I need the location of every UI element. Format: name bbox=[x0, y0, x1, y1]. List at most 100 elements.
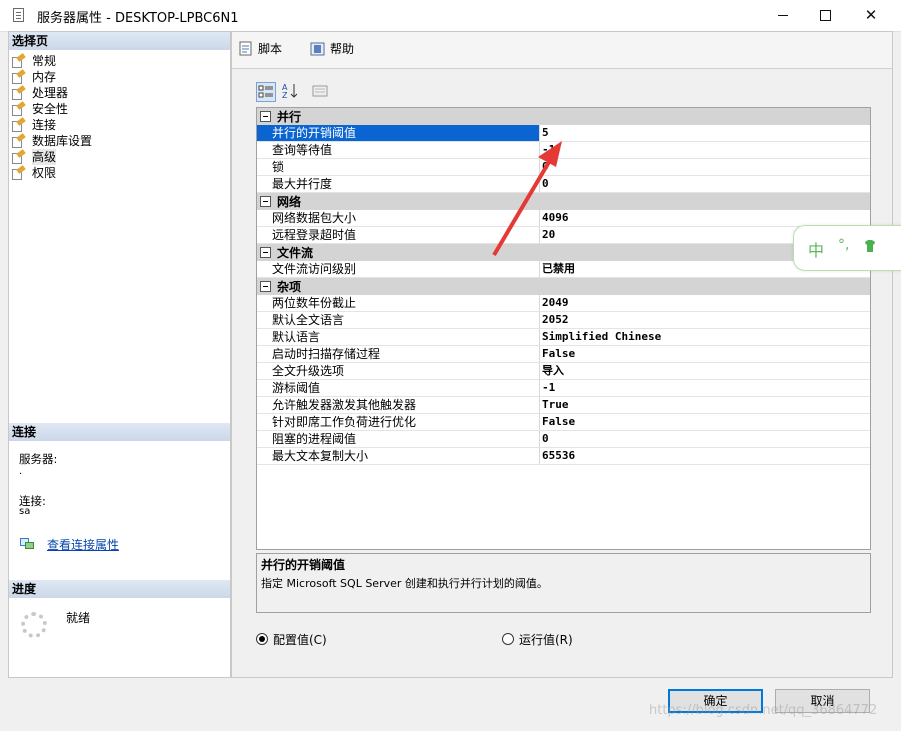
ime-language-indicator[interactable]: 中 bbox=[808, 237, 824, 261]
property-value[interactable]: False bbox=[540, 346, 870, 362]
property-value[interactable]: 65536 bbox=[540, 448, 870, 464]
property-row[interactable]: 默认语言 Simplified Chinese bbox=[257, 329, 870, 346]
progress-header: 进度 bbox=[9, 580, 230, 598]
page-item[interactable]: 处理器 bbox=[12, 85, 92, 101]
help-button[interactable]: 帮助 bbox=[310, 40, 354, 58]
page-item[interactable]: 高级 bbox=[12, 149, 92, 165]
view-connection-properties-link[interactable]: 查看连接属性 bbox=[47, 536, 119, 553]
alphabetical-view-button[interactable]: A Z bbox=[280, 82, 300, 102]
property-value[interactable]: 0 bbox=[540, 431, 870, 447]
running-values-label: 运行值(R) bbox=[519, 633, 573, 647]
grid-category[interactable]: 并行 bbox=[257, 108, 870, 125]
property-row[interactable]: 两位数年份截止 2049 bbox=[257, 295, 870, 312]
configured-values-radio[interactable]: 配置值(C) bbox=[256, 632, 327, 648]
property-row[interactable]: 允许触发器激发其他触发器 True bbox=[257, 397, 870, 414]
toolbar: 脚本 帮助 bbox=[232, 32, 892, 69]
connection-properties-icon bbox=[20, 538, 34, 549]
radio-unchecked-icon bbox=[502, 633, 514, 645]
progress-status: 就绪 bbox=[66, 611, 91, 625]
property-name: 全文升级选项 bbox=[257, 363, 540, 379]
page-item-label: 常规 bbox=[32, 54, 57, 68]
close-icon: ✕ bbox=[864, 6, 878, 24]
login-value: sa bbox=[19, 506, 31, 517]
page-item[interactable]: 连接 bbox=[12, 117, 92, 133]
property-name: 游标阈值 bbox=[257, 380, 540, 396]
property-value[interactable]: 0 bbox=[540, 159, 870, 175]
category-name: 文件流 bbox=[277, 246, 314, 260]
property-value[interactable]: -1 bbox=[540, 142, 870, 158]
page-item[interactable]: 数据库设置 bbox=[12, 133, 92, 149]
page-item-label: 权限 bbox=[32, 166, 57, 180]
right-pane: 脚本 帮助 A Z 并行 并行的开销阈值 5 查询等待值 -1 锁 0 最大并行… bbox=[231, 31, 893, 678]
collapse-icon[interactable] bbox=[260, 196, 271, 207]
description-title: 并行的开销阈值 bbox=[261, 558, 346, 572]
page-item-label: 内存 bbox=[32, 70, 57, 84]
collapse-icon[interactable] bbox=[260, 247, 271, 258]
property-name: 默认语言 bbox=[257, 329, 540, 345]
left-pane: 选择页 常规 内存 处理器 安全性 连接 数据库设置 高级 权限 连接 服务器: . 连接: … bbox=[8, 31, 231, 678]
page-settings-icon bbox=[12, 101, 26, 116]
server-value: . bbox=[19, 466, 23, 477]
property-name: 阻塞的进程阈值 bbox=[257, 431, 540, 447]
ime-skin-icon[interactable] bbox=[862, 238, 878, 254]
categorized-view-button[interactable] bbox=[256, 82, 276, 102]
page-item[interactable]: 常规 bbox=[12, 53, 92, 69]
minimize-button[interactable] bbox=[760, 0, 806, 31]
property-row[interactable]: 全文升级选项 导入 bbox=[257, 363, 870, 380]
page-item[interactable]: 安全性 bbox=[12, 101, 92, 117]
property-value[interactable]: 5 bbox=[540, 125, 870, 141]
script-button[interactable]: 脚本 bbox=[238, 40, 282, 58]
script-label: 脚本 bbox=[258, 42, 283, 56]
minimize-icon bbox=[778, 15, 788, 16]
page-item-label: 高级 bbox=[32, 149, 57, 165]
property-value[interactable]: Simplified Chinese bbox=[540, 329, 870, 345]
property-name: 默认全文语言 bbox=[257, 312, 540, 328]
property-row[interactable]: 针对即席工作负荷进行优化 False bbox=[257, 414, 870, 431]
maximize-button[interactable] bbox=[802, 0, 848, 31]
ime-punctuation-indicator[interactable]: °, bbox=[838, 237, 849, 253]
property-name: 允许触发器激发其他触发器 bbox=[257, 397, 540, 413]
radio-checked-icon bbox=[256, 633, 268, 645]
property-value[interactable]: -1 bbox=[540, 380, 870, 396]
description-text: 指定 Microsoft SQL Server 创建和执行并行计划的阈值。 bbox=[261, 577, 548, 590]
collapse-icon[interactable] bbox=[260, 111, 271, 122]
page-settings-icon bbox=[12, 53, 26, 68]
ime-toolbar[interactable]: 中 °, bbox=[793, 225, 901, 271]
category-name: 杂项 bbox=[277, 280, 302, 294]
property-value[interactable]: 2052 bbox=[540, 312, 870, 328]
property-name: 两位数年份截止 bbox=[257, 295, 540, 311]
property-row[interactable]: 启动时扫描存储过程 False bbox=[257, 346, 870, 363]
property-row[interactable]: 默认全文语言 2052 bbox=[257, 312, 870, 329]
property-value[interactable]: 4096 bbox=[540, 210, 870, 226]
property-row[interactable]: 游标阈值 -1 bbox=[257, 380, 870, 397]
sort-alphabetical-icon: A Z bbox=[282, 83, 298, 100]
page-item-label: 处理器 bbox=[32, 86, 69, 100]
property-row[interactable]: 最大文本复制大小 65536 bbox=[257, 448, 870, 465]
running-values-radio[interactable]: 运行值(R) bbox=[502, 632, 573, 648]
page-settings-icon bbox=[12, 117, 26, 132]
page-settings-icon bbox=[12, 85, 26, 100]
page-item[interactable]: 权限 bbox=[12, 165, 92, 181]
property-name: 针对即席工作负荷进行优化 bbox=[257, 414, 540, 430]
property-value[interactable]: True bbox=[540, 397, 870, 413]
collapse-icon[interactable] bbox=[260, 281, 271, 292]
progress-spinner-icon bbox=[21, 612, 47, 638]
property-value[interactable]: 导入 bbox=[540, 363, 870, 379]
title-bar: 服务器属性 - DESKTOP-LPBC6N1 ✕ bbox=[0, 0, 901, 32]
property-pages-button[interactable] bbox=[310, 82, 330, 102]
page-item[interactable]: 内存 bbox=[12, 69, 92, 85]
property-row[interactable]: 阻塞的进程阈值 0 bbox=[257, 431, 870, 448]
property-pages-icon bbox=[312, 85, 328, 97]
annotation-arrow bbox=[492, 141, 562, 257]
property-name: 最大文本复制大小 bbox=[257, 448, 540, 464]
page-item-label: 数据库设置 bbox=[32, 134, 93, 148]
property-value[interactable]: 2049 bbox=[540, 295, 870, 311]
page-settings-icon bbox=[12, 133, 26, 148]
close-button[interactable]: ✕ bbox=[848, 0, 894, 31]
watermark: https://blog.csdn.net/qq_36864772 bbox=[649, 703, 878, 718]
property-value[interactable]: False bbox=[540, 414, 870, 430]
category-name: 网络 bbox=[277, 195, 302, 209]
property-value[interactable]: 0 bbox=[540, 176, 870, 192]
maximize-icon bbox=[819, 10, 831, 21]
grid-category[interactable]: 杂项 bbox=[257, 278, 870, 295]
